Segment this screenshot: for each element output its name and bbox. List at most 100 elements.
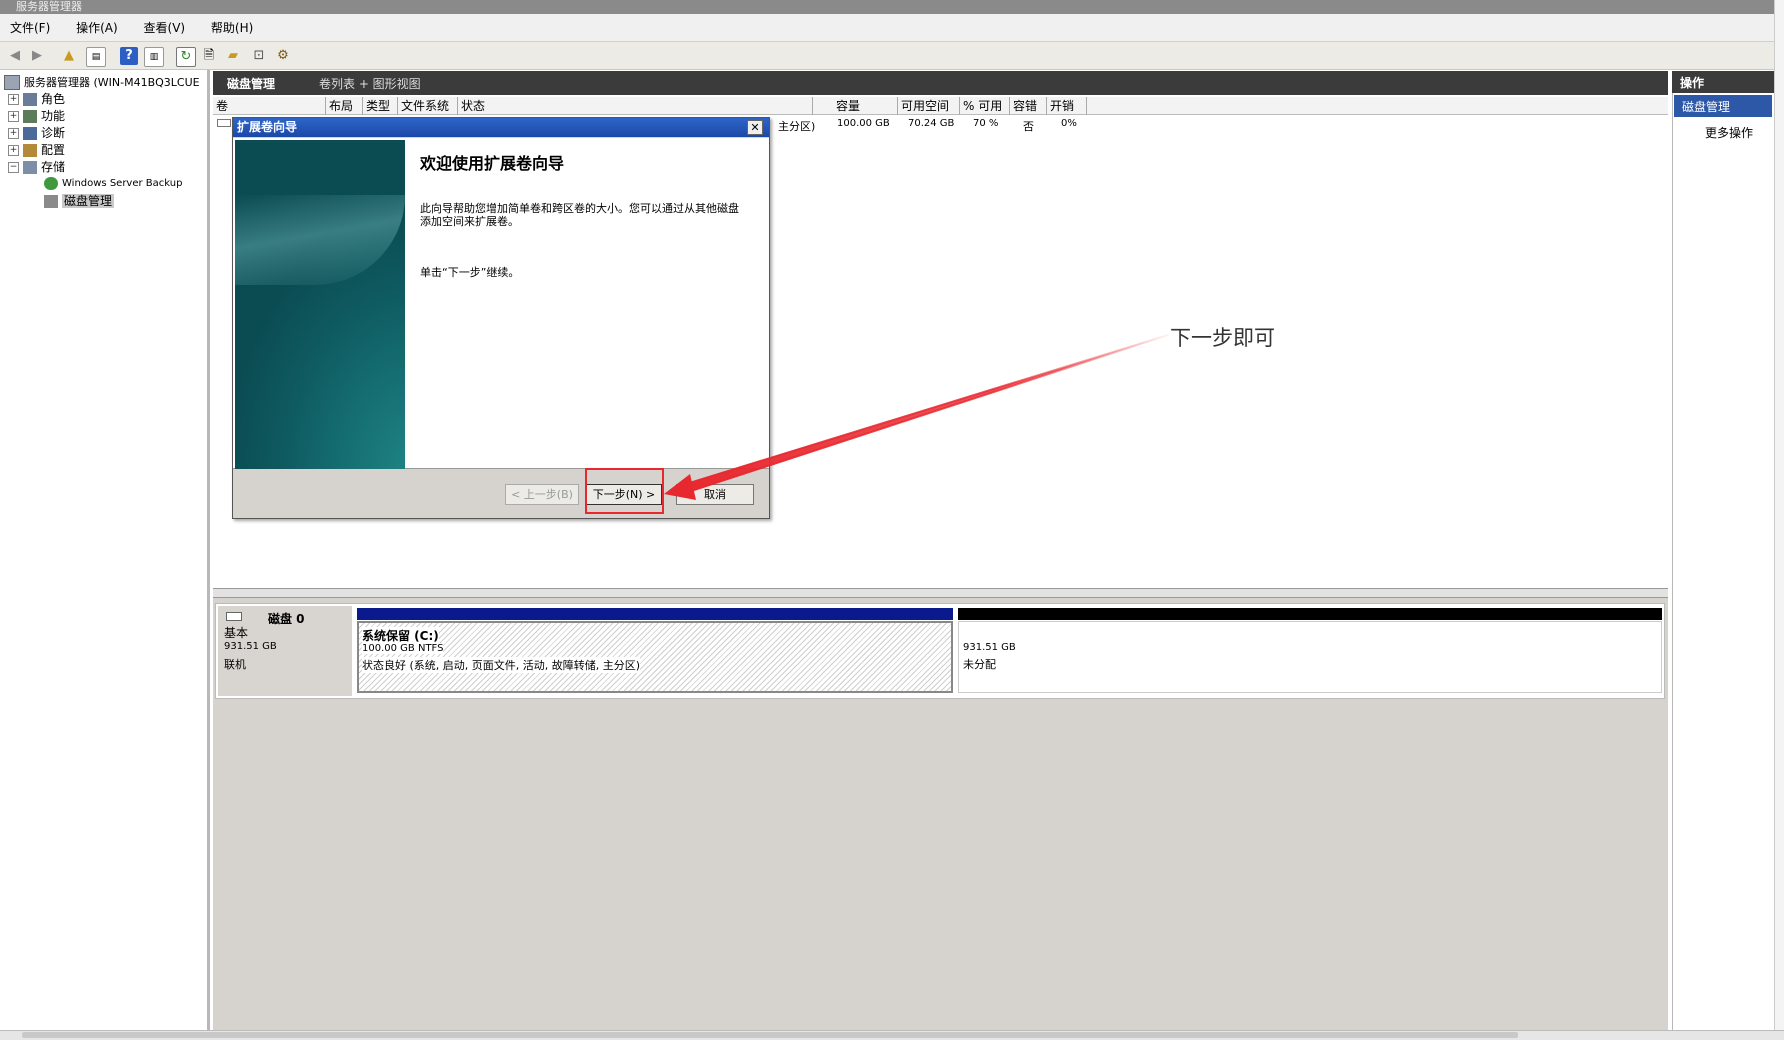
- row-capacity: 100.00 GB: [837, 118, 890, 129]
- forward-icon[interactable]: ▶: [28, 47, 46, 65]
- volume-icon: [217, 119, 231, 127]
- vertical-scrollbar[interactable]: [1774, 0, 1784, 1040]
- unallocated-status: 未分配: [963, 656, 996, 672]
- tree-item-label: 磁盘管理: [62, 194, 115, 208]
- annotation-highlight-box: [585, 468, 664, 514]
- window-title-bar: 服务器管理器: [0, 0, 1784, 14]
- wizard-banner-image: [235, 140, 405, 469]
- show-action-pane-icon[interactable]: ▥: [144, 47, 164, 67]
- close-icon[interactable]: ✕: [747, 120, 763, 135]
- column-layout[interactable]: 布局: [326, 97, 363, 115]
- server-icon: [4, 75, 20, 90]
- back-icon[interactable]: ◀: [6, 47, 24, 65]
- center-view-label: 卷列表 + 图形视图: [319, 77, 421, 91]
- annotation-text: 下一步即可: [1170, 326, 1275, 350]
- actions-header: 操作: [1672, 71, 1774, 93]
- row-status: 主分区): [778, 120, 816, 133]
- rescan-icon[interactable]: ⊡: [250, 47, 268, 65]
- actions-pane: [1672, 71, 1774, 1031]
- window-title: 服务器管理器: [16, 0, 82, 13]
- disk-icon: [226, 612, 242, 621]
- pane-splitter[interactable]: [213, 588, 1668, 598]
- cancel-button[interactable]: 取消: [676, 484, 754, 505]
- settings-icon[interactable]: ⚙: [274, 47, 292, 65]
- show-hide-console-tree-icon[interactable]: ▤: [86, 47, 106, 67]
- more-actions-link[interactable]: 更多操作: [1705, 124, 1753, 141]
- partition-status: 状态良好 (系统, 启动, 页面文件, 活动, 故障转储, 主分区): [362, 657, 641, 673]
- wizard-instruction: 单击“下一步”继续。: [420, 266, 520, 279]
- tree-root[interactable]: 服务器管理器 (WIN-M41BQ3LCUE: [4, 74, 200, 91]
- help-icon[interactable]: ?: [120, 47, 138, 65]
- tree-item-diagnostics[interactable]: + 诊断: [8, 125, 65, 141]
- column-type[interactable]: 类型: [363, 97, 398, 115]
- menu-bar: 文件(F) 操作(A) 查看(V) 帮助(H): [0, 14, 1784, 42]
- expand-icon[interactable]: +: [8, 94, 19, 105]
- volume-list-header: 卷 布局 类型 文件系统 状态 容量 可用空间 % 可用 容错 开销: [213, 97, 1668, 115]
- unallocated-size: 931.51 GB: [963, 642, 1016, 653]
- actions-section-disk-management[interactable]: 磁盘管理: [1674, 95, 1772, 117]
- configuration-icon: [23, 144, 37, 157]
- tree-item-configuration[interactable]: + 配置: [8, 142, 65, 158]
- disk-name: 磁盘 0: [268, 612, 305, 626]
- features-icon: [23, 110, 37, 123]
- roles-icon: [23, 93, 37, 106]
- tree-item-disk-management[interactable]: 磁盘管理: [44, 193, 115, 209]
- column-overhead[interactable]: 开销: [1047, 97, 1087, 115]
- tree-item-label: 诊断: [41, 126, 66, 140]
- column-percent-free[interactable]: % 可用: [960, 97, 1010, 115]
- collapse-icon[interactable]: −: [8, 162, 19, 173]
- column-filesystem[interactable]: 文件系统: [398, 97, 458, 115]
- partition-unallocated-bar: [958, 608, 1662, 620]
- wizard-description: 此向导帮助您增加简单卷和跨区卷的大小。您可以通过从其他磁盘添加空间来扩展卷。: [420, 202, 739, 228]
- tree-item-label: 功能: [41, 109, 66, 123]
- console-tree: 服务器管理器 (WIN-M41BQ3LCUE + 角色 + 功能 + 诊断 + 配置 −…: [0, 70, 210, 1030]
- tree-item-label: 存储: [41, 160, 66, 174]
- column-fault-tolerance[interactable]: 容错: [1010, 97, 1047, 115]
- row-percent-free: 70 %: [973, 118, 999, 129]
- refresh-icon[interactable]: ↻: [176, 47, 196, 67]
- tree-item-storage[interactable]: − 存储: [8, 159, 65, 175]
- menu-help[interactable]: 帮助(H): [211, 14, 253, 42]
- row-free-space: 70.24 GB: [908, 118, 955, 129]
- partition-system-reserved[interactable]: 系统保留 (C:) 100.00 GB NTFS 状态良好 (系统, 启动, 页…: [357, 621, 953, 693]
- menu-file[interactable]: 文件(F): [10, 14, 50, 42]
- up-folder-icon[interactable]: ▲: [60, 47, 78, 65]
- row-overhead: 0%: [1061, 118, 1077, 129]
- expand-icon[interactable]: +: [8, 128, 19, 139]
- open-icon[interactable]: ▰: [224, 47, 242, 65]
- column-status[interactable]: 状态: [458, 97, 813, 115]
- wizard-heading: 欢迎使用扩展卷向导: [420, 154, 565, 173]
- menu-action[interactable]: 操作(A): [76, 14, 118, 42]
- horizontal-scrollbar-thumb[interactable]: [22, 1032, 1518, 1038]
- center-title: 磁盘管理: [227, 77, 276, 91]
- partition-detail: 100.00 GB NTFS: [362, 643, 444, 654]
- backup-icon: [44, 176, 58, 190]
- partition-unallocated[interactable]: 931.51 GB 未分配: [958, 621, 1662, 693]
- disk-label-panel[interactable]: 磁盘 0 基本 931.51 GB 联机: [218, 606, 352, 696]
- tree-item-label: Windows Server Backup: [62, 178, 183, 189]
- wizard-title: 扩展卷向导: [237, 120, 298, 134]
- tree-item-features[interactable]: + 功能: [8, 108, 65, 124]
- expand-icon[interactable]: +: [8, 111, 19, 122]
- disk-size: 931.51 GB: [224, 641, 277, 652]
- row-fault-tolerance: 否: [1023, 120, 1034, 133]
- menu-view[interactable]: 查看(V): [144, 14, 186, 42]
- column-capacity[interactable]: 容量: [833, 97, 898, 115]
- properties-icon[interactable]: 🗎: [200, 47, 218, 65]
- wizard-title-bar[interactable]: 扩展卷向导: [233, 118, 769, 137]
- partition-name: 系统保留 (C:): [362, 627, 439, 644]
- partition-primary-bar: [357, 608, 953, 620]
- tree-item-roles[interactable]: + 角色: [8, 91, 65, 107]
- storage-icon: [23, 161, 37, 174]
- tree-item-label: 配置: [41, 143, 66, 157]
- tree-item-windows-server-backup[interactable]: Windows Server Backup: [44, 176, 182, 192]
- diagnostics-icon: [23, 127, 37, 140]
- disk-state: 联机: [224, 658, 246, 671]
- column-volume[interactable]: 卷: [213, 97, 326, 115]
- tree-root-label: 服务器管理器 (WIN-M41BQ3LCUE: [24, 76, 200, 89]
- tree-item-label: 角色: [41, 92, 66, 106]
- expand-icon[interactable]: +: [8, 145, 19, 156]
- toolbar: ◀ ▶ ▲ ▤ ? ▥ ↻ 🗎 ▰ ⊡ ⚙: [0, 42, 1784, 70]
- back-button[interactable]: < 上一步(B): [505, 484, 579, 505]
- column-free-space[interactable]: 可用空间: [898, 97, 960, 115]
